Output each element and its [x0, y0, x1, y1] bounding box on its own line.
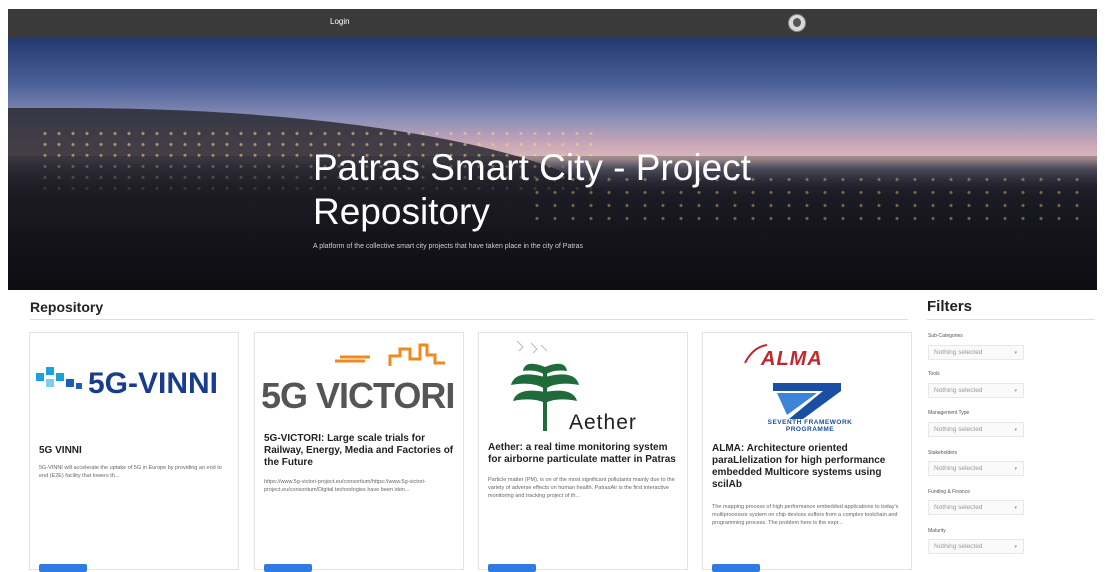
fp7-logo-text: SEVENTH FRAMEWORK PROGRAMME [767, 419, 853, 433]
filter-select-tools[interactable]: Nothing selected ▾ [928, 383, 1024, 398]
filter-label-tools: Tools [928, 371, 940, 377]
card-title[interactable]: ALMA: Architecture oriented paraLlelizat… [712, 443, 887, 491]
chevron-down-icon: ▾ [1014, 350, 1017, 356]
hero-subtitle: A platform of the collective smart city … [313, 243, 584, 250]
filter-placeholder: Nothing selected [934, 426, 983, 433]
filter-label-maturity: Maturity [928, 528, 946, 534]
card-logo: ALMA SEVENTH FRAMEWORK PROGRAMME [703, 333, 911, 435]
card-view-button[interactable] [488, 564, 536, 572]
project-card-alma[interactable]: ALMA SEVENTH FRAMEWORK PROGRAMME ALMA: A… [702, 332, 912, 572]
aether-logo-text: Aether [569, 411, 637, 434]
repository-divider [30, 319, 908, 320]
filter-placeholder: Nothing selected [934, 349, 983, 356]
5g-vinni-logo-icon: 5G-VINNI [36, 367, 218, 400]
5g-vinni-logo-text: 5G-VINNI [88, 367, 218, 400]
card-title[interactable]: 5G VINNI [39, 445, 229, 457]
filter-label-funding-finance: Funding & Finance [928, 489, 970, 495]
card-view-button[interactable] [712, 564, 760, 572]
card-title[interactable]: 5G-VICTORI: Large scale trials for Railw… [264, 433, 459, 469]
card-description: 5G-VINNI will accelerate the uptake of 5… [39, 465, 222, 479]
filter-placeholder: Nothing selected [934, 387, 983, 394]
card-description: Particle matter (PM), is on of the most … [488, 477, 675, 499]
filter-select-funding-finance[interactable]: Nothing selected ▾ [928, 500, 1024, 515]
card-view-button[interactable] [264, 564, 312, 572]
filter-placeholder: Nothing selected [934, 465, 983, 472]
alma-logo-text: ALMA [761, 348, 823, 370]
login-link[interactable]: Login [330, 17, 350, 26]
chevron-down-icon: ▾ [1014, 466, 1017, 472]
filter-select-maturity[interactable]: Nothing selected ▾ [928, 539, 1024, 554]
card-view-button[interactable] [39, 564, 87, 572]
card-logo: Aether [479, 333, 687, 435]
project-card-5g-vinni[interactable]: 5G-VINNI 5G VINNI 5G-VINNI will accelera… [29, 332, 239, 572]
chevron-down-icon: ▾ [1014, 388, 1017, 394]
filter-label-sub-categories: Sub-Categories [928, 333, 963, 339]
card-logo: 5G VICTORI [255, 333, 463, 435]
card-description: https://www.5g-victori-project.eu/consor… [264, 479, 426, 493]
filter-select-stakeholders[interactable]: Nothing selected ▾ [928, 461, 1024, 476]
user-avatar-icon[interactable] [788, 14, 806, 32]
5g-victori-logo-text: 5G VICTORI [261, 375, 455, 416]
fp7-logo-icon [773, 383, 841, 419]
filter-label-stakeholders: Stakeholders [928, 450, 958, 456]
repository-heading: Repository [30, 299, 104, 315]
filters-heading: Filters [927, 298, 973, 315]
project-card-5g-victori[interactable]: 5G VICTORI 5G-VICTORI: Large scale trial… [254, 332, 464, 572]
chevron-down-icon: ▾ [1014, 544, 1017, 550]
filter-select-sub-categories[interactable]: Nothing selected ▾ [928, 345, 1024, 360]
card-logo: 5G-VINNI [30, 333, 238, 435]
hero-title: Patras Smart City - Project Repository [313, 147, 751, 232]
chevron-down-icon: ▾ [1014, 505, 1017, 511]
project-card-aether[interactable]: Aether Aether: a real time monitoring sy… [478, 332, 688, 572]
card-description: The mapping process of high performance … [712, 504, 899, 526]
filters-divider [927, 319, 1095, 320]
filter-placeholder: Nothing selected [934, 543, 983, 550]
chevron-down-icon: ▾ [1014, 427, 1017, 433]
card-title[interactable]: Aether: a real time monitoring system fo… [488, 442, 683, 466]
filter-select-management-type[interactable]: Nothing selected ▾ [928, 422, 1024, 437]
top-navbar: Login [8, 9, 1097, 38]
filter-placeholder: Nothing selected [934, 504, 983, 511]
skyline-icon [335, 343, 445, 366]
filter-label-management-type: Management Type [928, 410, 970, 416]
